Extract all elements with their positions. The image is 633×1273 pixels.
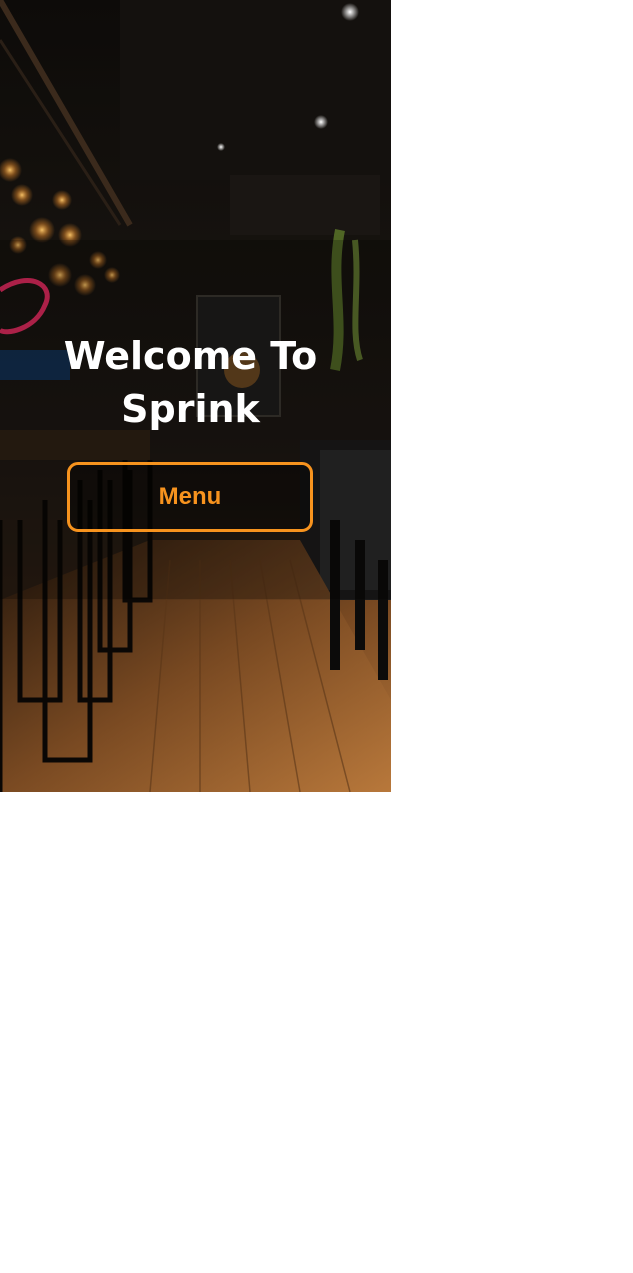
welcome-line-1: Welcome To	[63, 334, 318, 378]
menu-button[interactable]: Menu	[67, 462, 313, 532]
welcome-line-2: Sprink	[121, 387, 260, 431]
hero-section: Welcome To Sprink Menu	[0, 0, 391, 792]
welcome-heading: Welcome To Sprink	[0, 330, 381, 436]
